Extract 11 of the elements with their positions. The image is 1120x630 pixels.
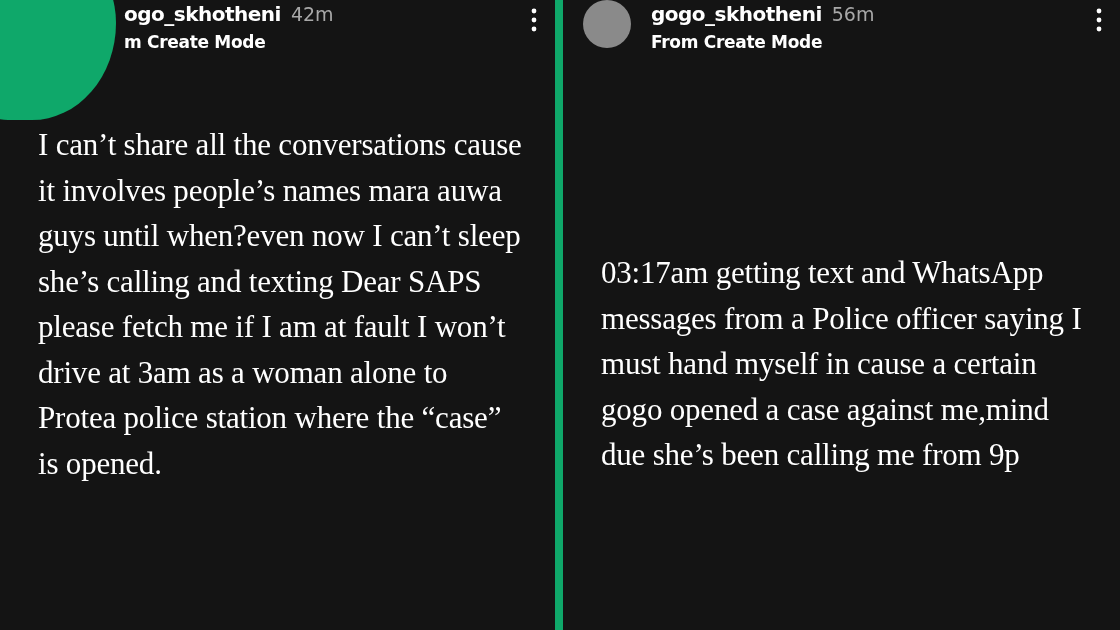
post-time: 42m: [290, 3, 334, 25]
more-options-icon[interactable]: [1096, 8, 1102, 32]
story-subtitle: From Create Mode: [651, 32, 824, 52]
more-options-icon[interactable]: [531, 8, 537, 32]
username[interactable]: ogo_skhotheni: [124, 2, 281, 26]
post-time: 56m: [831, 3, 875, 25]
story-text: I can’t share all the conversations cause it involves people’s names mara auwa guys until when?even now I can’t sleep she’s calling and texting Dear SAPS please fetch me if I am at fault I won’t drive at 3am as a woman alone to Protea police station where the “case” is opened.: [38, 126, 523, 483]
story-subtitle: m Create Mode: [124, 32, 267, 52]
avatar[interactable]: [583, 0, 631, 48]
story-text: 03:17am getting text and WhatsApp messages from a Police officer saying I must hand myself in cause a certain gogo opened a case against me,mind due she’s been calling me from 9p: [601, 254, 1083, 474]
username[interactable]: gogo_skhotheni: [651, 2, 822, 26]
